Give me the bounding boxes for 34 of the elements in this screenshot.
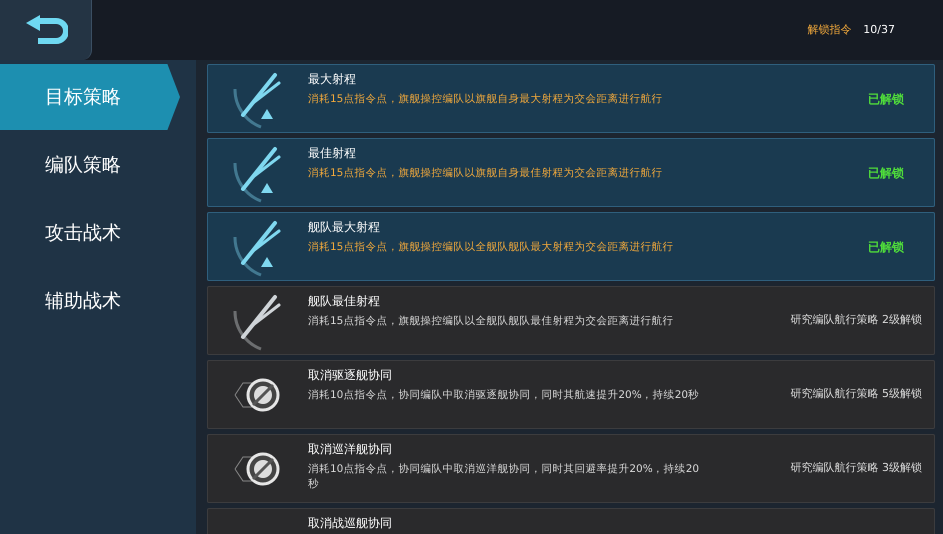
unlock-status: 已解锁 <box>868 90 905 108</box>
sidebar-tab[interactable]: 攻击战术 <box>0 200 180 266</box>
back-arrow-icon <box>24 15 68 45</box>
strategy-description: 消耗15点指令点，旗舰操控编队以全舰队舰队最大射程为交会距离进行航行 <box>308 240 674 255</box>
back-button[interactable] <box>0 0 92 60</box>
strategy-description: 消耗15点指令点，旗舰操控编队以旗舰自身最大射程为交会距离进行航行 <box>308 92 664 107</box>
unlock-status: 研究编队航行策略 5级解锁 <box>790 386 923 402</box>
strategy-title: 取消巡洋舰协同 <box>308 442 393 457</box>
unlock-status: 已解锁 <box>868 164 905 182</box>
strategy-card[interactable]: 舰队最佳射程 消耗15点指令点，旗舰操控编队以全舰队舰队最佳射程为交会距离进行航行 研究编队航行策略 2级解锁 <box>207 286 935 355</box>
unlock-count: 10/37 <box>863 22 895 38</box>
strategy-title: 取消驱逐舰协同 <box>308 368 393 383</box>
strategy-card[interactable]: 取消驱逐舰协同 消耗10点指令点，协同编队中取消驱逐舰协同，同时其航速提升20%，持续20秒 研究编队航行策略 5级解锁 <box>207 360 935 429</box>
strategy-description: 消耗15点指令点，旗舰操控编队以旗舰自身最佳射程为交会距离进行航行 <box>308 166 664 181</box>
unlock-status: 已解锁 <box>868 238 905 256</box>
strategy-card[interactable]: 舰队最大射程 消耗15点指令点，旗舰操控编队以全舰队舰队最大射程为交会距离进行航行 已解锁 <box>207 212 935 281</box>
strategy-card[interactable]: 取消巡洋舰协同 消耗10点指令点，协同编队中取消巡洋舰协同，同时其回避率提升20%，持续20秒 研究编队航行策略 3级解锁 <box>207 434 935 503</box>
strategy-title: 最佳射程 <box>308 146 357 161</box>
strategy-title: 取消战巡舰协同 <box>308 516 393 531</box>
strategy-card[interactable]: 最大射程 消耗15点指令点，旗舰操控编队以旗舰自身最大射程为交会距离进行航行 已解锁 <box>207 64 935 133</box>
sidebar-tab[interactable]: 编队策略 <box>0 132 180 198</box>
sidebar-tab[interactable]: 目标策略 <box>0 64 180 130</box>
strategy-description: 消耗15点指令点，旗舰操控编队以全舰队舰队最佳射程为交会距离进行航行 <box>308 314 674 329</box>
sidebar-tab[interactable]: 辅助战术 <box>0 268 180 334</box>
strategy-title: 舰队最大射程 <box>308 220 381 235</box>
strategy-description: 消耗10点指令点，协同编队中取消巡洋舰协同，同时其回避率提升20%，持续20秒 <box>308 462 700 492</box>
strategy-card[interactable]: 取消战巡舰协同 <box>207 508 935 534</box>
unlock-label: 解锁指令 <box>807 22 852 38</box>
strategy-title: 最大射程 <box>308 72 357 87</box>
strategy-card[interactable]: 最佳射程 消耗15点指令点，旗舰操控编队以旗舰自身最佳射程为交会距离进行航行 已解锁 <box>207 138 935 207</box>
unlock-status: 研究编队航行策略 2级解锁 <box>790 312 923 328</box>
unlock-status: 研究编队航行策略 3级解锁 <box>790 460 923 476</box>
strategy-title: 舰队最佳射程 <box>308 294 381 309</box>
strategy-description: 消耗10点指令点，协同编队中取消驱逐舰协同，同时其航速提升20%，持续20秒 <box>308 388 700 403</box>
